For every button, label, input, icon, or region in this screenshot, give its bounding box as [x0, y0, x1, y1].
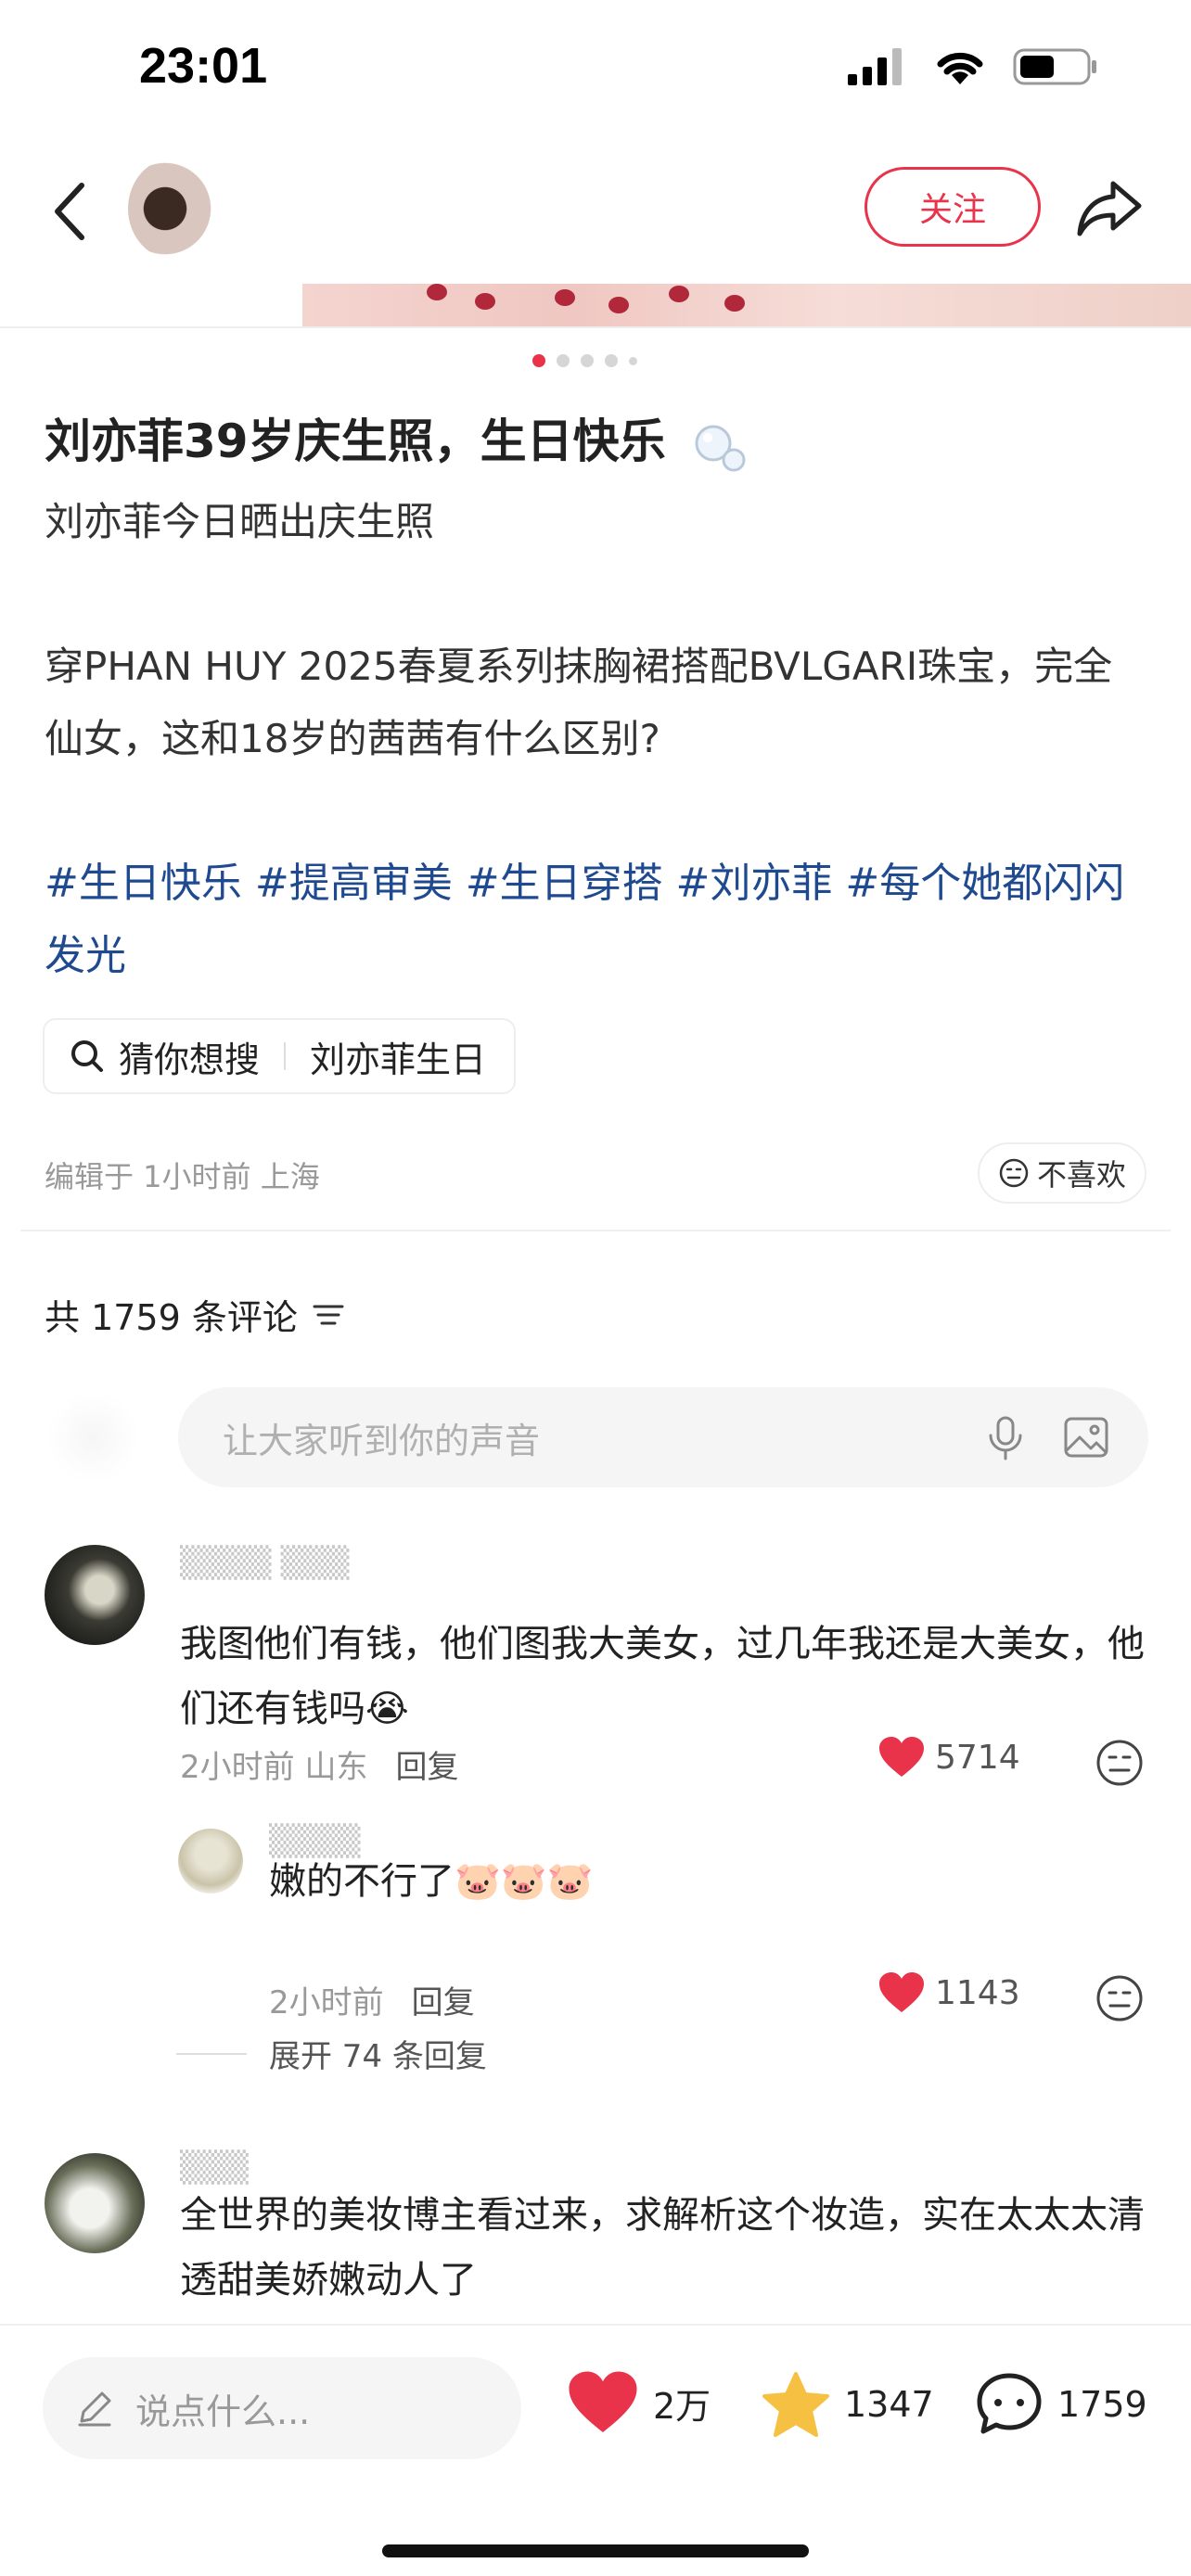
heart-filled-icon [879, 1737, 924, 1777]
sort-icon [313, 1305, 344, 1324]
replier-avatar[interactable] [178, 1829, 243, 1894]
comment-total-count: 1759 [1057, 2384, 1147, 2425]
wifi-icon [937, 52, 983, 84]
suggested-search-chip[interactable]: 猜你想搜 刘亦菲生日 [43, 1018, 517, 1094]
image-carousel[interactable] [0, 284, 1191, 328]
comment-input-placeholder: 让大家听到你的声音 [223, 1420, 541, 1461]
post-body-line1: 刘亦菲今日晒出庆生照 [45, 499, 435, 544]
post-title: 刘亦菲39岁庆生照，生日快乐 [45, 404, 750, 473]
favorite-button[interactable]: 1347 [761, 2370, 934, 2439]
bubbles-icon [695, 425, 746, 471]
favorite-count: 1347 [844, 2384, 934, 2425]
neutral-face-icon [999, 1158, 1029, 1188]
author-avatar[interactable] [128, 158, 221, 260]
neutral-face-icon[interactable] [1095, 1973, 1145, 2023]
reply-text: 嫩的不行了🐷🐷🐷 [269, 1849, 1104, 1914]
status-time: 23:01 [139, 38, 268, 94]
comment-count[interactable]: 共 1759 条评论 [45, 1289, 346, 1340]
reply-time: 2小时前 [269, 1984, 384, 2021]
pig-emoji-icon: 🐷🐷🐷 [455, 1860, 594, 1903]
post-title-text: 刘亦菲39岁庆生照，生日快乐 [45, 414, 666, 468]
carousel-image [302, 284, 1191, 326]
pager-dot [557, 354, 570, 367]
expand-line [176, 2052, 247, 2055]
dislike-button[interactable]: 不喜欢 [978, 1142, 1146, 1204]
say-something-input[interactable]: 说点什么... [43, 2357, 521, 2459]
pager-dot [629, 356, 637, 365]
comment-text: 全世界的美妆博主看过来，求解析这个妆造，实在太太太清透甜美娇嫩动人了 [180, 2194, 1145, 2302]
section-divider [20, 1230, 1171, 1231]
home-indicator[interactable] [382, 2544, 809, 2557]
chevron-left-icon [55, 183, 84, 240]
status-bar: 23:01 [0, 0, 1191, 139]
say-something-placeholder: 说点什么... [135, 2391, 311, 2432]
reply-button[interactable]: 回复 [395, 1749, 458, 1786]
battery-icon [1013, 48, 1096, 85]
pager-dot [605, 354, 618, 367]
like-count: 2万 [653, 2385, 711, 2427]
microphone-icon[interactable] [985, 1415, 1026, 1461]
post-header: 关注 [0, 148, 1191, 278]
chip-separator [284, 1042, 287, 1070]
dislike-label: 不喜欢 [1036, 1157, 1126, 1192]
comment-time-location: 2小时前 山东 [180, 1749, 368, 1786]
comment-body: 我图他们有钱，他们图我大美女，过几年我还是大美女，他们还有钱吗 [180, 1623, 1145, 1730]
share-button[interactable] [1076, 178, 1143, 239]
expand-replies-button[interactable]: 展开 74 条回复 [176, 2031, 487, 2076]
comment-text: 我图他们有钱，他们图我大美女，过几年我还是大美女，他们还有钱吗😭 [180, 1612, 1163, 1741]
share-icon [1077, 181, 1142, 236]
heart-filled-icon [879, 1972, 924, 2012]
comment-item: ▒▒▒▒ ▒▒▒ 我图他们有钱，他们图我大美女，过几年我还是大美女，他们还有钱吗… [0, 1539, 1191, 1817]
reply-like-count: 1143 [935, 1973, 1020, 2012]
comment-count-label: 共 1759 条评论 [45, 1297, 298, 1338]
reply-body: 嫩的不行了 [269, 1860, 455, 1903]
bottom-action-bar: 说点什么... 2万 1347 1759 [0, 2324, 1191, 2576]
like-button[interactable]: 2万 [566, 2370, 711, 2435]
expand-replies-label: 展开 74 条回复 [269, 2038, 487, 2075]
comment-button[interactable]: 1759 [974, 2370, 1147, 2439]
post-hashtags[interactable]: #生日快乐 #提高审美 #生日穿搭 #刘亦菲 #每个她都闪闪发光 [45, 848, 1148, 992]
speech-bubble-icon [977, 2373, 1042, 2434]
status-icons [848, 46, 1098, 87]
carousel-pager [532, 354, 637, 367]
pager-dot [581, 354, 594, 367]
commenter-name-blurred[interactable]: ▒▒▒ [180, 2149, 249, 2185]
comment-like-button[interactable]: 5714 [877, 1736, 1020, 1779]
suggested-search-query: 刘亦菲生日 [310, 1039, 487, 1080]
post-meta: 编辑于 1小时前 上海 [45, 1159, 320, 1194]
star-filled-icon [762, 2372, 829, 2437]
pager-dot [532, 354, 545, 367]
pencil-icon [78, 2391, 111, 2427]
commenter-avatar[interactable] [45, 2153, 145, 2253]
comment-meta: 2小时前 山东 回复 [180, 1741, 458, 1787]
reply-like-button[interactable]: 1143 [877, 1971, 1020, 2014]
neutral-face-icon[interactable] [1095, 1738, 1145, 1788]
my-avatar [46, 1391, 139, 1484]
commenter-avatar[interactable] [45, 1545, 145, 1645]
search-icon [71, 1040, 103, 1072]
commenter-name-blurred[interactable]: ▒▒▒▒ ▒▒▒ [180, 1545, 349, 1580]
crying-emoji-icon: 😭 [365, 1688, 409, 1730]
follow-button[interactable]: 关注 [864, 167, 1041, 247]
suggested-search-label: 猜你想搜 [119, 1039, 261, 1080]
comment-like-count: 5714 [935, 1738, 1020, 1777]
reply-meta: 2小时前 回复 [269, 1977, 475, 2022]
comment-input-row: 让大家听到你的声音 [0, 1387, 1191, 1489]
reply-item: ▒▒▒▒ 嫩的不行了🐷🐷🐷 2小时前 回复 1143 [0, 1823, 1191, 2064]
comment-input[interactable]: 让大家听到你的声音 [178, 1387, 1148, 1487]
back-button[interactable] [37, 174, 102, 249]
image-icon[interactable] [1063, 1415, 1109, 1460]
heart-filled-icon [569, 2371, 637, 2432]
cellular-signal-icon [848, 48, 902, 85]
comment-item: ▒▒▒ 全世界的美妆博主看过来，求解析这个妆造，实在太太太清透甜美娇嫩动人了 [0, 2149, 1191, 2335]
post-body-paragraph: 穿PHAN HUY 2025春夏系列抹胸裙搭配BVLGARI珠宝，完全仙女，这和… [45, 644, 1113, 761]
reply-button[interactable]: 回复 [412, 1984, 475, 2021]
